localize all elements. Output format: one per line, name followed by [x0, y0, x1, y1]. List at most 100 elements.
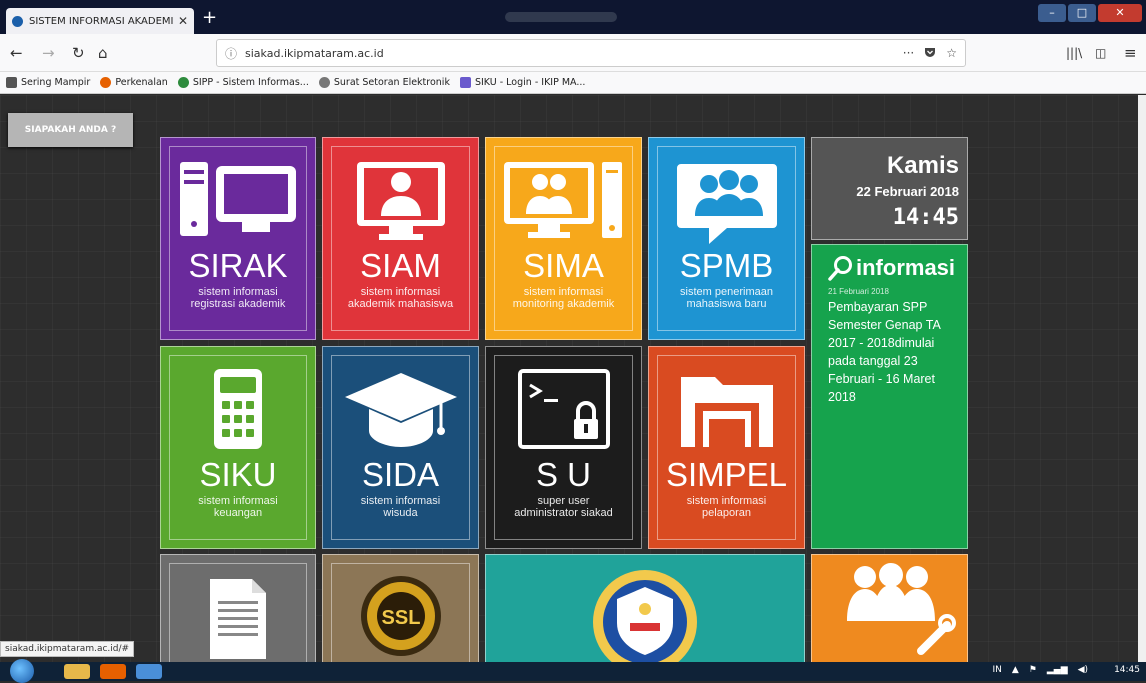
vertical-scrollbar[interactable]	[1138, 95, 1146, 662]
explorer-taskbar-icon[interactable]	[64, 664, 90, 679]
back-icon[interactable]: ←	[10, 44, 23, 62]
student-monitor-icon	[356, 162, 445, 240]
monitoring-computer-icon	[503, 162, 622, 238]
tile-university-logo[interactable]	[485, 554, 805, 662]
bookmark-item[interactable]: SIKU - Login - IKIP MA...	[459, 77, 585, 88]
minimize-button[interactable]: –	[1038, 4, 1066, 22]
weekday-label: Kamis	[886, 152, 959, 179]
tile-sida[interactable]: SIDA sistem informasi wisuda	[322, 346, 479, 549]
start-button[interactable]	[10, 659, 34, 683]
menu-icon[interactable]: ≡	[1124, 44, 1137, 62]
tray-expand-icon[interactable]: ▲	[1012, 665, 1019, 675]
tab-close-icon[interactable]: ✕	[178, 14, 188, 28]
page-content: SIAPAKAH ANDA ? SIRAK sistem informasi r…	[0, 95, 1138, 662]
reload-icon[interactable]: ↻	[72, 44, 85, 62]
info-icon[interactable]: ⓘ	[225, 45, 237, 62]
status-url: siakad.ikipmataram.ac.id/#	[0, 641, 135, 657]
tile-subtitle: sistem informasi wisuda	[360, 495, 441, 519]
bookmark-star-icon[interactable]: ☆	[946, 46, 957, 60]
ssl-seal-icon: SSL	[360, 576, 441, 656]
library-icon[interactable]: |||\	[1066, 44, 1082, 62]
blurred-window-title	[505, 12, 617, 22]
tile-siku[interactable]: SIKU sistem informasi keuangan	[160, 346, 316, 549]
maximize-button[interactable]: □	[1068, 4, 1096, 22]
window-controls: – □ ✕	[1036, 4, 1142, 22]
firefox-taskbar-icon[interactable]	[100, 664, 126, 679]
tile-sima[interactable]: SIMA sistem informasi monitoring akademi…	[485, 137, 642, 340]
tile-subtitle: sistem informasi registrasi akademik	[190, 286, 286, 310]
bookmark-item[interactable]: Surat Setoran Elektronik	[318, 77, 450, 88]
tab-title: SISTEM INFORMASI AKADEMIK	[29, 15, 174, 27]
tile-title: SIRAK	[188, 247, 288, 284]
tile-subtitle: super user administrator siakad	[514, 495, 613, 519]
tile-subtitle: sistem informasi akademik mahasiswa	[347, 286, 454, 310]
bookmark-item[interactable]: Perkenalan	[100, 77, 168, 88]
computer-icon	[180, 162, 296, 236]
group-chat-icon	[676, 164, 777, 244]
tile-document[interactable]	[160, 554, 316, 662]
taskbar-clock[interactable]: 14:45	[1114, 665, 1140, 675]
ssl-label: SSL	[381, 607, 420, 629]
tile-subtitle: sistem informasi monitoring akademik	[512, 286, 615, 310]
signal-icon[interactable]: ▂▄▆	[1047, 665, 1068, 675]
bookmark-item[interactable]: Sering Mampir	[6, 77, 90, 88]
pocket-icon[interactable]	[924, 46, 936, 61]
calculator-icon	[214, 369, 262, 449]
search-icon	[828, 256, 852, 281]
forward-icon[interactable]: →	[42, 44, 55, 62]
folder-icon	[680, 377, 773, 447]
site-favicon-icon	[12, 15, 23, 27]
browser-tab[interactable]: SISTEM INFORMASI AKADEMIK ✕	[6, 8, 194, 34]
datetime-panel: Kamis 22 Februari 2018 14:45	[811, 137, 968, 240]
university-logo-icon	[593, 570, 697, 662]
tile-title: SIMA	[523, 247, 604, 284]
close-window-button[interactable]: ✕	[1098, 4, 1142, 22]
tile-ssl[interactable]: SSL	[322, 554, 479, 662]
info-panel: informasi 21 Februari 2018 Pembayaran SP…	[811, 244, 968, 549]
info-header: informasi	[828, 255, 967, 281]
tile-subtitle: sistem informasi keuangan	[198, 495, 278, 519]
users-settings-icon	[846, 563, 956, 655]
globe-icon	[318, 77, 330, 88]
tile-subtitle: sistem penerimaan mahasiswa baru	[680, 286, 773, 310]
address-bar[interactable]: ⓘ siakad.ikipmataram.ac.id ··· ☆	[216, 39, 966, 67]
time-label: 14:45	[892, 205, 959, 230]
bookmark-item[interactable]: SIPP - Sistem Informas...	[177, 77, 309, 88]
sipp-icon	[177, 77, 189, 88]
url-text: siakad.ikipmataram.ac.id	[245, 46, 384, 60]
home-icon[interactable]: ⌂	[98, 44, 108, 62]
flag-icon[interactable]: ⚑	[1029, 665, 1037, 675]
gear-icon	[6, 77, 17, 88]
tile-su[interactable]: S U super user administrator siakad	[485, 346, 642, 549]
language-indicator[interactable]: IN	[992, 665, 1001, 675]
tile-title: SIAM	[360, 247, 441, 284]
tile-sirak[interactable]: SIRAK sistem informasi registrasi akadem…	[160, 137, 316, 340]
bookmarks-bar: Sering Mampir Perkenalan SIPP - Sistem I…	[0, 72, 1146, 94]
app-taskbar-icon[interactable]	[136, 664, 162, 679]
volume-icon[interactable]: ◀)	[1078, 665, 1088, 675]
tile-simpel[interactable]: SIMPEL sistem informasi pelaporan	[648, 346, 805, 549]
tile-user-settings[interactable]	[811, 554, 968, 662]
tile-siam[interactable]: SIAM sistem informasi akademik mahasiswa	[322, 137, 479, 340]
date-label: 22 Februari 2018	[856, 184, 959, 199]
document-icon	[210, 579, 266, 659]
info-title: informasi	[856, 255, 956, 280]
tile-spmb[interactable]: SPMB sistem penerimaan mahasiswa baru	[648, 137, 805, 340]
system-tray: IN ▲ ⚑ ▂▄▆ ◀) 14:45	[982, 665, 1140, 675]
page-actions-menu-icon[interactable]: ···	[903, 46, 914, 60]
new-tab-button[interactable]: +	[202, 7, 217, 29]
tile-title: SIKU	[199, 456, 277, 493]
tile-subtitle: sistem informasi pelaporan	[686, 495, 767, 519]
sidebar-icon[interactable]: ◫	[1095, 44, 1106, 62]
info-message: Pembayaran SPP Semester Genap TA 2017 - …	[828, 300, 941, 404]
browser-titlebar: SISTEM INFORMASI AKADEMIK ✕ + – □ ✕	[0, 0, 1146, 34]
windows-taskbar: IN ▲ ⚑ ▂▄▆ ◀) 14:45	[0, 659, 1146, 683]
graduation-cap-icon	[344, 373, 457, 447]
siku-icon	[459, 77, 471, 88]
firefox-icon	[100, 77, 112, 88]
tile-title: SIDA	[361, 456, 440, 493]
terminal-lock-icon	[517, 369, 610, 449]
tile-title: SPMB	[679, 247, 774, 284]
info-date: 21 Februari 2018	[828, 287, 889, 296]
who-are-you-button[interactable]: SIAPAKAH ANDA ?	[8, 113, 133, 147]
